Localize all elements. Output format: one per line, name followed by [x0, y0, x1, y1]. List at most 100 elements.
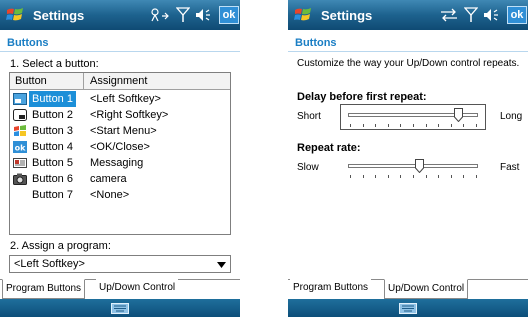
table-row[interactable]: Button 3 <Start Menu> [10, 123, 230, 139]
slider-tick [463, 124, 464, 127]
slider-tick [363, 175, 364, 178]
keyboard-icon[interactable] [399, 303, 417, 314]
volume-icon[interactable] [194, 7, 214, 23]
start-menu-icon[interactable] [5, 5, 25, 25]
program-dropdown[interactable]: <Left Softkey> [9, 255, 231, 273]
column-header-assignment[interactable]: Assignment [90, 73, 147, 90]
button-assignment: <Start Menu> [90, 125, 157, 137]
slider-tick [413, 175, 414, 178]
section-heading: Buttons [7, 37, 49, 49]
slider-tick [426, 124, 427, 127]
button-assignment: <OK/Close> [90, 141, 150, 153]
volume-icon[interactable] [482, 7, 502, 23]
slider-tick [350, 124, 351, 127]
chevron-down-icon[interactable] [217, 262, 226, 268]
rate-slider-thumb[interactable] [415, 159, 424, 173]
delay-heading: Delay before first repeat: [297, 91, 427, 103]
ok-icon: ok [13, 141, 27, 153]
delay-min-label: Short [297, 111, 321, 122]
slider-tick [388, 124, 389, 127]
list-header: Button Assignment [10, 73, 230, 90]
windows-flag-icon [14, 125, 26, 136]
slider-tick [476, 175, 477, 178]
slider-tick [438, 124, 439, 127]
button-assignment: camera [90, 173, 127, 185]
rate-heading: Repeat rate: [297, 142, 361, 154]
delay-slider-ticks [350, 124, 477, 128]
right-softkey-icon [13, 109, 27, 121]
column-header-button[interactable]: Button [10, 73, 84, 90]
section-heading: Buttons [295, 37, 337, 49]
sync-arrows-icon[interactable] [438, 7, 460, 23]
heading-divider [288, 51, 528, 52]
button-name: Button 7 [32, 189, 73, 201]
tab-strip: Program Buttons Up/Down Control [288, 279, 528, 299]
keyboard-icon[interactable] [111, 303, 129, 314]
heading-divider [0, 51, 240, 52]
tab-program-buttons[interactable]: Program Buttons [2, 279, 86, 299]
window-title: Settings [321, 8, 373, 23]
delay-max-label: Long [500, 111, 523, 122]
rate-slider-ticks [350, 175, 477, 179]
table-row[interactable]: Button 5 Messaging [10, 155, 230, 171]
signal-icon[interactable] [176, 7, 190, 23]
slider-tick [438, 175, 439, 178]
menu-bar [288, 299, 528, 317]
table-row[interactable]: Button 6 camera [10, 171, 230, 187]
table-row[interactable]: Button 7 <None> [10, 187, 230, 203]
slider-tick [400, 175, 401, 178]
up-down-control-screen: Settings ok Buttons Customize the way yo… [288, 0, 528, 317]
start-menu-icon[interactable] [293, 5, 313, 25]
signal-icon[interactable] [464, 7, 478, 23]
slider-tick [476, 124, 477, 127]
rate-min-label: Slow [297, 162, 319, 173]
rate-max-label: Fast [500, 162, 520, 173]
delay-slider-thumb[interactable] [454, 108, 463, 122]
slider-tick [388, 175, 389, 178]
tab-program-buttons[interactable]: Program Buttons [290, 279, 372, 299]
assign-program-label: 2. Assign a program: [10, 240, 111, 252]
tab-up-down-control[interactable]: Up/Down Control [384, 279, 469, 299]
slider-tick [451, 124, 452, 127]
table-row[interactable]: Button 1 <Left Softkey> [10, 91, 230, 107]
button-assignment: <None> [90, 189, 130, 201]
messaging-icon [13, 158, 27, 168]
tab-up-down-control[interactable]: Up/Down Control [96, 279, 179, 299]
button-assignment: <Right Softkey> [90, 109, 169, 121]
table-row[interactable]: Button 2 <Right Softkey> [10, 107, 230, 123]
slider-tick [375, 124, 376, 127]
slider-tick [463, 175, 464, 178]
button-name: Button 4 [32, 141, 73, 153]
button-name: Button 3 [32, 125, 73, 137]
slider-tick [413, 124, 414, 127]
description-text: Customize the way your Up/Down control r… [297, 58, 520, 69]
button-name: Button 1 [29, 91, 76, 107]
button-name: Button 2 [32, 109, 73, 121]
table-row[interactable]: ok Button 4 <OK/Close> [10, 139, 230, 155]
title-bar: Settings ok [0, 0, 240, 30]
program-dropdown-value: <Left Softkey> [14, 258, 85, 270]
button-name: Button 6 [32, 173, 73, 185]
title-bar: Settings ok [288, 0, 528, 30]
button-assignment-list[interactable]: Button Assignment Button 1 <Left Softkey… [9, 72, 231, 235]
slider-tick [400, 124, 401, 127]
button-assignment: Messaging [90, 157, 144, 169]
slider-tick [363, 124, 364, 127]
slider-tick [375, 175, 376, 178]
camera-icon [13, 173, 27, 185]
slider-tick [350, 175, 351, 178]
slider-tick [426, 175, 427, 178]
ok-button[interactable]: ok [507, 6, 527, 24]
connectivity-icon[interactable] [150, 7, 172, 23]
tab-strip: Program Buttons Up/Down Control [0, 279, 240, 299]
button-assignment: <Left Softkey> [90, 93, 161, 105]
program-buttons-screen: Settings ok Buttons 1. Select a button: … [0, 0, 240, 317]
svg-text:ok: ok [15, 144, 26, 153]
button-name: Button 5 [32, 157, 73, 169]
rate-slider-track[interactable] [348, 164, 478, 168]
select-button-label: 1. Select a button: [10, 58, 99, 70]
slider-tick [451, 175, 452, 178]
left-softkey-icon [13, 93, 27, 105]
ok-button[interactable]: ok [219, 6, 239, 24]
window-title: Settings [33, 8, 85, 23]
